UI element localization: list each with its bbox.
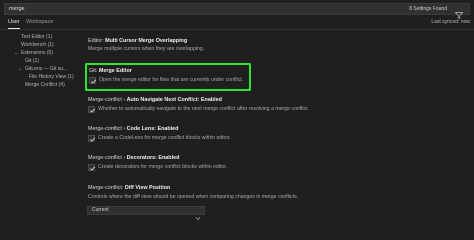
scope-tabs: User Workspace [4, 17, 470, 29]
check-icon [90, 108, 96, 113]
setting-name: Decorators: Enabled [126, 155, 180, 161]
check-icon [91, 79, 97, 84]
checkbox[interactable] [88, 106, 96, 113]
tab-user[interactable]: User [8, 17, 20, 29]
setting-description: Whether to automatically navigate to the… [98, 106, 310, 112]
select-value: Current [92, 207, 109, 213]
setting-title: Merge-conflict › Decorators: Enabled [88, 154, 179, 162]
setting-description: Controls where the diff view should be o… [88, 194, 299, 200]
toc-item-workbench[interactable]: Workbench (1) [21, 42, 54, 49]
setting-name: Diff View Position [124, 185, 171, 191]
setting-name: Auto Navigate Next Conflict: Enabled [126, 97, 222, 103]
chevron-down-icon [195, 208, 201, 226]
search-query-text: merge [9, 6, 25, 12]
check-icon [90, 166, 96, 171]
settings-search-input[interactable]: merge 8 Settings Found [4, 3, 470, 20]
setting-title: Git: Merge Editor [89, 67, 132, 75]
setting-title: Merge-conflict: Diff View Position [88, 184, 170, 192]
toc-item-file-history-view[interactable]: File History View (1) [29, 74, 74, 81]
toc-item-text-editor[interactable]: Text Editor (1) [21, 34, 52, 41]
tab-workspace[interactable]: Workspace [26, 17, 53, 28]
setting-title: Merge-conflict › Auto Navigate Next Conf… [88, 96, 222, 104]
toc-item-gitlens[interactable]: GitLens — Git su... [25, 66, 67, 73]
checkbox[interactable] [88, 135, 96, 142]
setting-title: Editor: Multi Cursor Merge Overlapping [88, 37, 187, 45]
setting-category: Git: [89, 68, 99, 74]
setting-title: Merge-conflict › Code Lens: Enabled [88, 125, 178, 133]
setting-category: Merge-conflict › [88, 126, 127, 132]
setting-name: Multi Cursor Merge Overlapping [105, 38, 188, 44]
checkbox[interactable] [89, 77, 97, 84]
setting-description: Create decorators for merge conflict blo… [98, 164, 228, 170]
diff-view-position-select[interactable]: Current [87, 206, 205, 221]
header-divider [0, 29, 474, 30]
setting-category: Merge-conflict › [88, 97, 127, 103]
setting-name: Merge Editor [98, 68, 132, 74]
chevron-down-icon[interactable]: ⌄ [18, 66, 22, 73]
setting-category: Editor: [88, 38, 106, 44]
toc-item-git[interactable]: Git (1) [25, 58, 39, 65]
check-icon [90, 137, 96, 142]
last-synced-status: Last synced: now [431, 19, 470, 25]
checkbox[interactable] [88, 164, 96, 171]
setting-description: Create a CodeLens for merge conflict blo… [98, 135, 231, 141]
toc-item-merge-conflict[interactable]: Merge Conflict (4) [25, 82, 65, 89]
setting-category: Merge-conflict: [88, 185, 125, 191]
setting-description: Open the merge editor for files that are… [99, 77, 244, 83]
filter-icon[interactable] [454, 6, 464, 20]
toc-item-extensions[interactable]: Extensions (6) [21, 50, 53, 57]
setting-category: Merge-conflict › [88, 155, 127, 161]
results-count: 8 Settings Found [409, 6, 447, 12]
setting-name: Code Lens: Enabled [126, 126, 179, 132]
chevron-down-icon[interactable]: ⌄ [14, 50, 18, 57]
setting-description: Merge multiple cursors when they are ove… [88, 46, 205, 52]
